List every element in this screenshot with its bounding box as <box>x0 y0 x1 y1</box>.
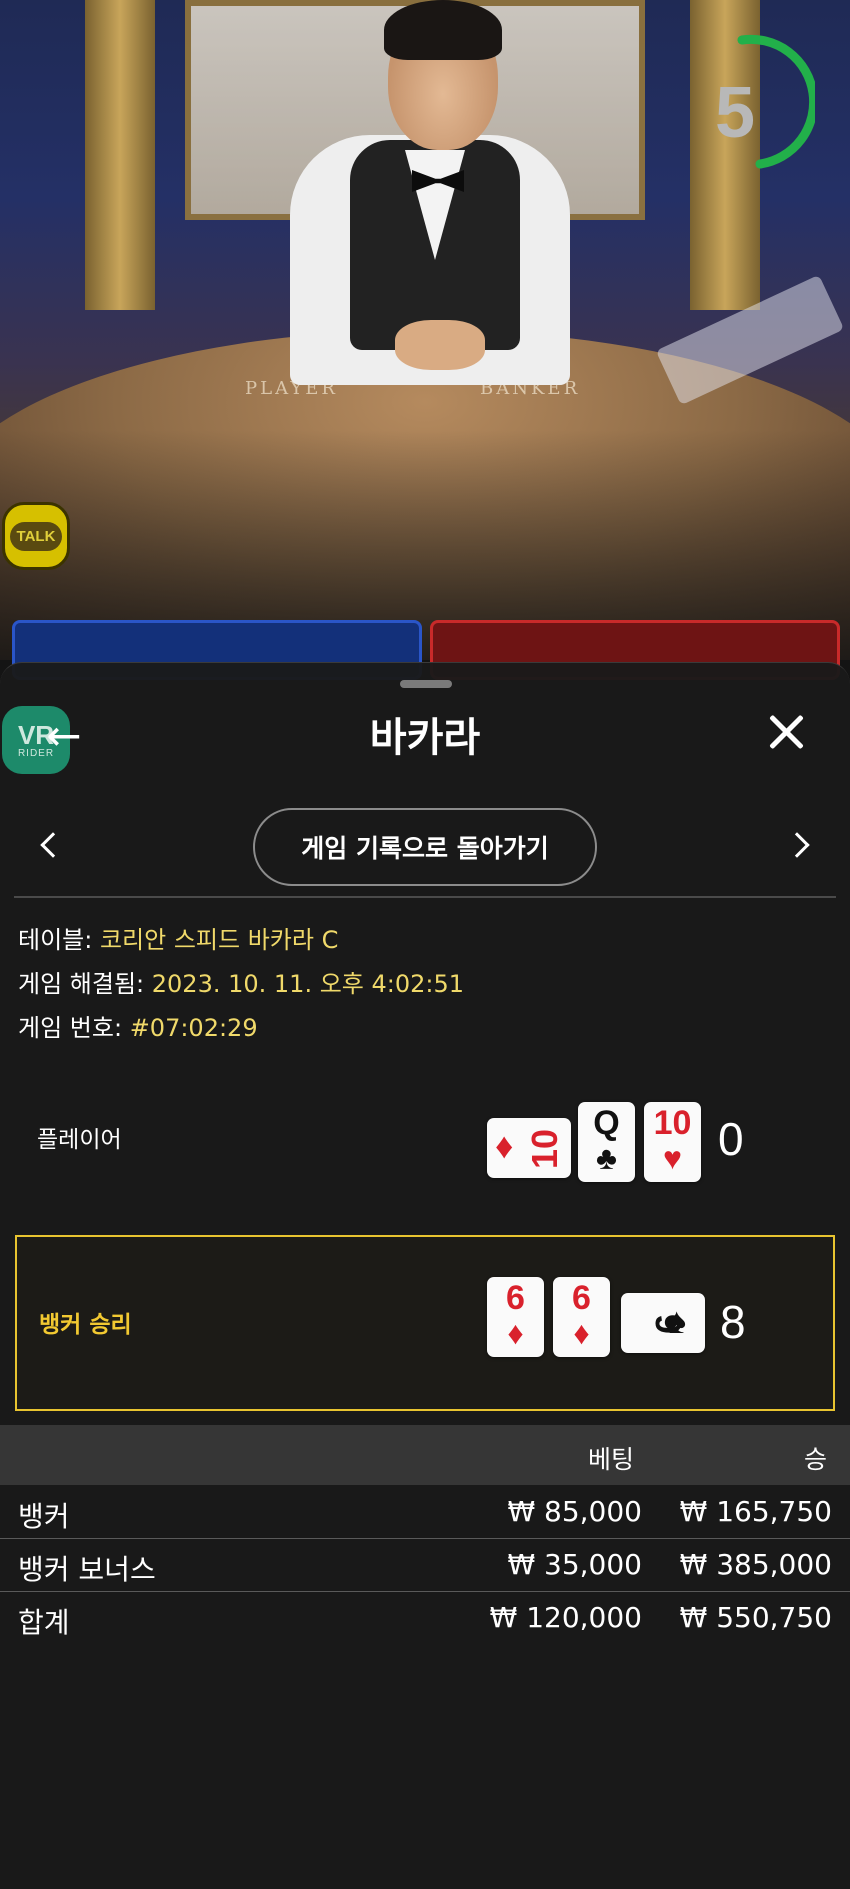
chevron-left-icon[interactable] <box>28 826 68 866</box>
chevron-right-icon[interactable] <box>782 826 822 866</box>
back-to-history-button[interactable]: 게임 기록으로 돌아가기 <box>253 808 597 886</box>
sheet-drag-handle[interactable] <box>400 680 452 688</box>
arrow-left-icon[interactable]: ← <box>40 712 88 760</box>
card-suit: ♥ <box>663 1140 682 1176</box>
table-row: 뱅커 ₩ 85,000 ₩ 165,750 <box>0 1486 850 1538</box>
sheet-title: 바카라 <box>369 715 481 761</box>
player-hand: 플레이어 ♦ 10 Q ♣ 10 ♥ 0 <box>15 1062 835 1227</box>
card-suit: ♣ <box>596 1140 617 1176</box>
info-table-label: 테이블: <box>18 926 93 954</box>
info-game-number: 게임 번호: #07:02:29 <box>18 1008 258 1043</box>
talk-icon: TALK <box>9 521 63 551</box>
kakaotalk-button[interactable]: TALK <box>2 502 70 570</box>
table-row: 뱅커 보너스 ₩ 35,000 ₩ 385,000 <box>0 1539 850 1591</box>
card-rank: 10 <box>653 1104 692 1142</box>
playing-card: 6 ♦ <box>553 1277 610 1357</box>
total-label: 합계 <box>18 1606 70 1639</box>
bets-table-header: 베팅 승 <box>0 1425 850 1485</box>
win-amount: ₩ 385,000 <box>679 1548 832 1581</box>
total-win: ₩ 550,750 <box>679 1601 832 1634</box>
total-row: 합계 ₩ 120,000 ₩ 550,750 <box>0 1592 850 1644</box>
playing-card: 10 ♥ <box>644 1102 701 1182</box>
playing-card: 6 ♠ <box>621 1293 705 1353</box>
card-suit: ♦ <box>573 1315 590 1351</box>
card-suit: ♠ <box>667 1300 687 1341</box>
card-suit: ♦ <box>507 1315 524 1351</box>
info-table: 테이블: 코리안 스피드 바카라 C <box>18 920 338 955</box>
divider <box>14 896 836 898</box>
info-number-label: 게임 번호: <box>18 1014 123 1042</box>
playing-card: ♦ 10 <box>487 1118 571 1178</box>
playing-card: 6 ♦ <box>487 1277 544 1357</box>
column-bet: 베팅 <box>588 1445 635 1474</box>
card-rank: 6 <box>572 1279 591 1317</box>
banker-score: 8 <box>720 1296 746 1348</box>
card-rank: Q <box>593 1104 620 1142</box>
countdown-number: 5 <box>715 73 756 153</box>
bet-name: 뱅커 보너스 <box>18 1553 156 1586</box>
dealer-hands <box>395 320 485 370</box>
card-suit: ♦ <box>495 1125 514 1166</box>
total-bet: ₩ 120,000 <box>489 1601 642 1634</box>
decor-pillar <box>85 0 155 310</box>
banker-hand-label: 뱅커 승리 <box>39 1312 132 1338</box>
card-rank: 6 <box>506 1279 525 1317</box>
bet-amount: ₩ 85,000 <box>507 1495 642 1528</box>
player-hand-label: 플레이어 <box>37 1127 122 1153</box>
info-resolved: 게임 해결됨: 2023. 10. 11. 오후 4:02:51 <box>18 964 464 999</box>
info-resolved-value: 2023. 10. 11. 오후 4:02:51 <box>151 970 465 998</box>
close-icon[interactable] <box>760 706 812 758</box>
info-resolved-label: 게임 해결됨: <box>18 970 145 998</box>
bet-name: 뱅커 <box>18 1500 70 1533</box>
banker-hand: 뱅커 승리 6 ♦ 6 ♦ 6 ♠ 8 <box>15 1235 835 1411</box>
player-score: 0 <box>718 1113 744 1165</box>
dealer-hair <box>384 0 502 60</box>
info-table-value: 코리안 스피드 바카라 C <box>99 926 339 954</box>
playing-card: Q ♣ <box>578 1102 635 1182</box>
card-rank: 10 <box>524 1128 566 1170</box>
column-win: 승 <box>804 1445 828 1474</box>
bet-amount: ₩ 35,000 <box>507 1548 642 1581</box>
info-number-value: #07:02:29 <box>129 1014 258 1042</box>
win-amount: ₩ 165,750 <box>679 1495 832 1528</box>
